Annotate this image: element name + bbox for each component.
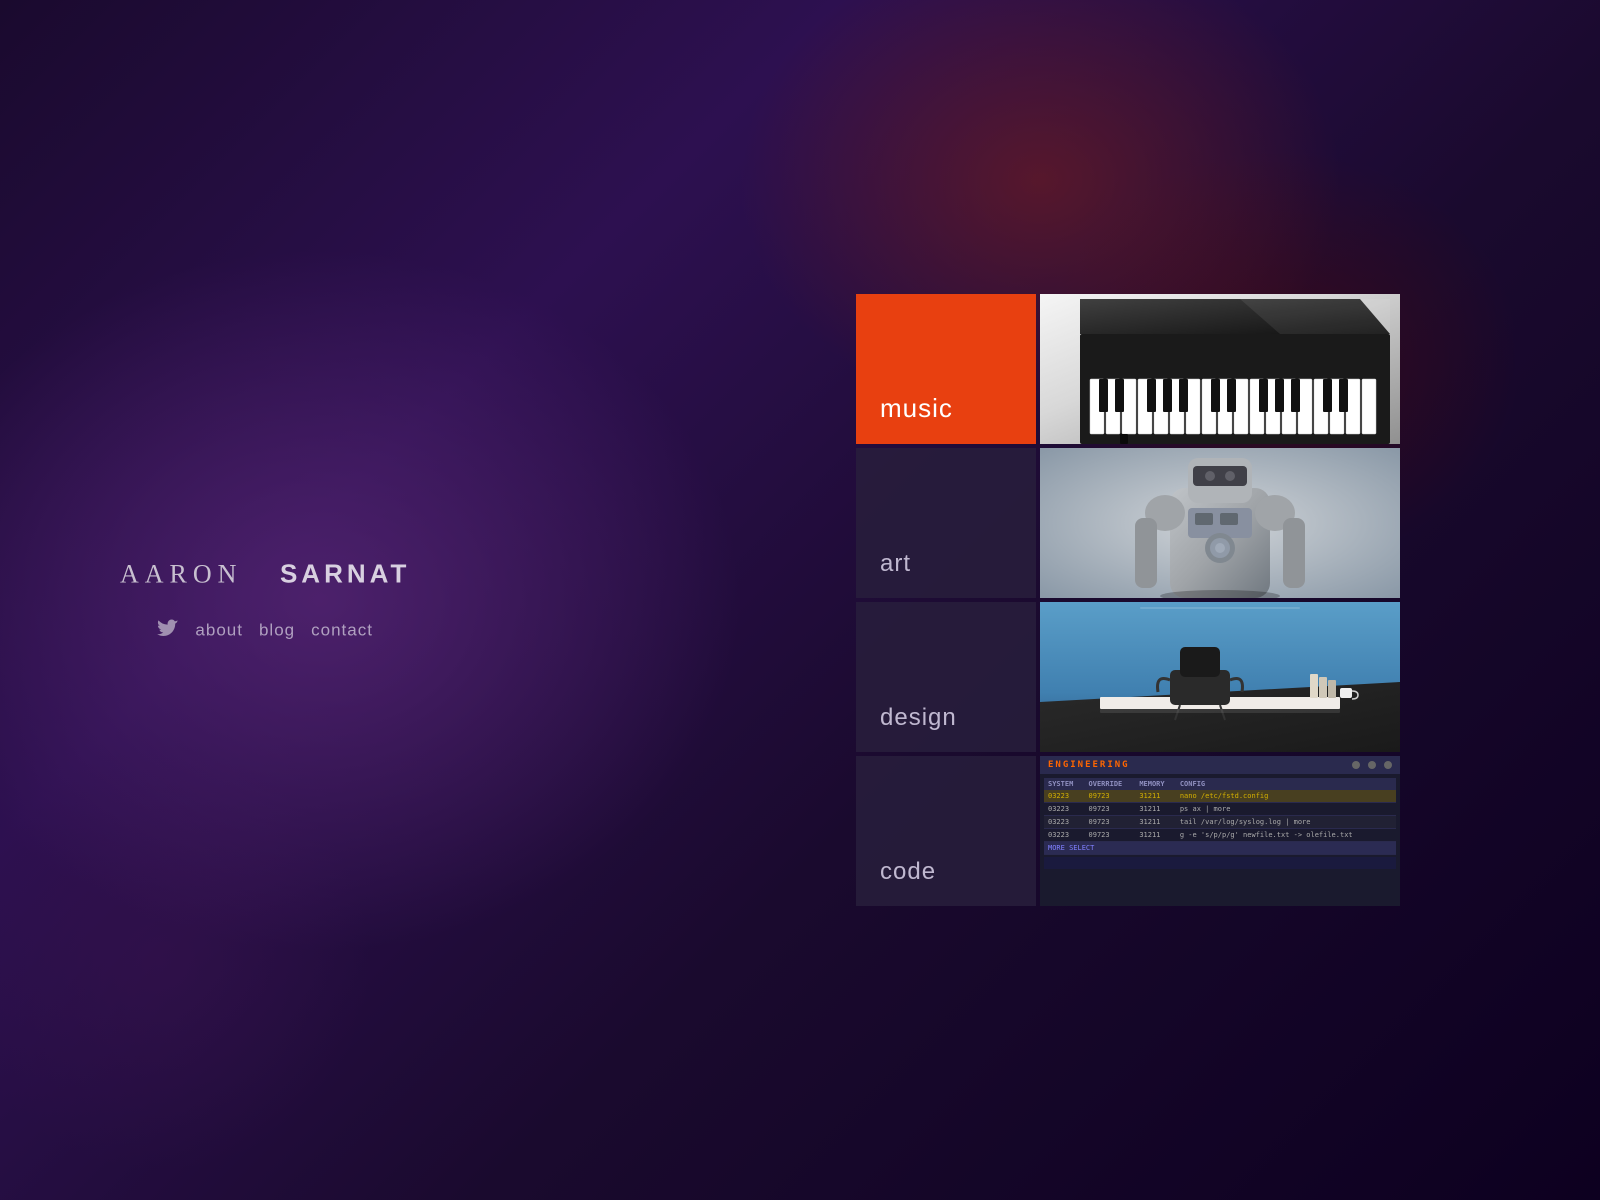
code-label: code [880, 858, 936, 886]
art-image-cell[interactable] [1040, 448, 1400, 598]
table-row-select[interactable]: MORE SELECT [1044, 842, 1396, 855]
cell: 31211 [1135, 790, 1176, 803]
page-content: AARON SARNAT about blog contact music [0, 0, 1600, 1200]
cell: 03223 [1044, 790, 1085, 803]
terminal-dot-1 [1352, 761, 1360, 769]
terminal-table-header: SYSTEM OVERRIDE MEMORY CONFIG [1044, 778, 1396, 790]
blog-link[interactable]: blog [259, 621, 295, 641]
design-label-cell[interactable]: design [856, 602, 1036, 752]
twitter-icon[interactable] [157, 620, 179, 642]
piano-image [1040, 294, 1400, 444]
table-row: 03223 09723 31211 ps ax | more [1044, 803, 1396, 816]
cell: 31211 [1135, 816, 1176, 829]
design-image-cell[interactable] [1040, 602, 1400, 752]
terminal-title: ENGINEERING [1048, 760, 1130, 770]
nav-links: about blog contact [157, 620, 373, 642]
design-image [1040, 602, 1400, 752]
cell: 03223 [1044, 816, 1085, 829]
cell: 09723 [1085, 829, 1136, 842]
art-label-cell[interactable]: art [856, 448, 1036, 598]
cell: 31211 [1135, 829, 1176, 842]
contact-link[interactable]: contact [311, 621, 373, 641]
select-more-label[interactable]: MORE SELECT [1044, 842, 1396, 855]
cell: tail /var/log/syslog.log | more [1176, 816, 1396, 829]
cell: 09723 [1085, 790, 1136, 803]
cell: g -e 's/p/p/g' newfile.txt -> olefile.tx… [1176, 829, 1396, 842]
col-header-memory: MEMORY [1135, 778, 1176, 790]
terminal-body: SYSTEM OVERRIDE MEMORY CONFIG 03223 0972… [1040, 774, 1400, 873]
about-link[interactable]: about [195, 621, 243, 641]
last-name: SARNAT [280, 559, 410, 589]
terminal-header: ENGINEERING [1040, 756, 1400, 774]
terminal-table: SYSTEM OVERRIDE MEMORY CONFIG 03223 0972… [1044, 778, 1396, 855]
cell: 03223 [1044, 803, 1085, 816]
col-header-system: SYSTEM [1044, 778, 1085, 790]
music-image-cell[interactable] [1040, 294, 1400, 444]
cell: 09723 [1085, 803, 1136, 816]
terminal-dot-2 [1368, 761, 1376, 769]
cell: ps ax | more [1176, 803, 1396, 816]
terminal-footer [1044, 857, 1396, 869]
code-image-cell[interactable]: ENGINEERING SYSTEM OVERRIDE MEMORY CONFI… [1040, 756, 1400, 906]
table-row: 03223 09723 31211 g -e 's/p/p/g' newfile… [1044, 829, 1396, 842]
art-label: art [880, 550, 911, 578]
table-row: 03223 09723 31211 nano /etc/fstd.config [1044, 790, 1396, 803]
portfolio-grid: music [856, 294, 1400, 906]
robot-image [1040, 448, 1400, 598]
terminal-dot-3 [1384, 761, 1392, 769]
cell: nano /etc/fstd.config [1176, 790, 1396, 803]
col-header-override: OVERRIDE [1085, 778, 1136, 790]
music-label: music [880, 393, 953, 424]
cell: 31211 [1135, 803, 1176, 816]
code-label-cell[interactable]: code [856, 756, 1036, 906]
design-label: design [880, 704, 957, 732]
table-row: 03223 09723 31211 tail /var/log/syslog.l… [1044, 816, 1396, 829]
first-name: AARON [120, 560, 242, 589]
cell: 09723 [1085, 816, 1136, 829]
site-title: AARON SARNAT [120, 559, 410, 590]
sidebar: AARON SARNAT about blog contact [120, 559, 410, 642]
music-label-cell[interactable]: music [856, 294, 1036, 444]
cell: 03223 [1044, 829, 1085, 842]
col-header-config: CONFIG [1176, 778, 1396, 790]
